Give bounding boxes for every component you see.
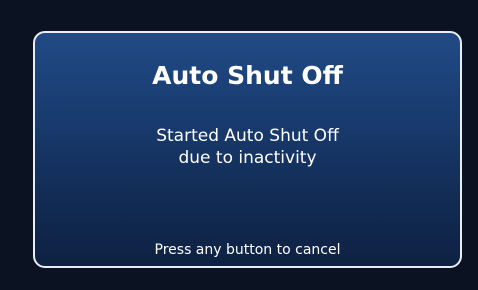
- auto-shut-off-dialog: Auto Shut Off Started Auto Shut Off due …: [33, 31, 462, 268]
- dialog-message-line-1: Started Auto Shut Off: [156, 126, 339, 146]
- dialog-title: Auto Shut Off: [152, 61, 343, 90]
- dialog-message: Started Auto Shut Off due to inactivity: [35, 125, 460, 169]
- cancel-hint: Press any button to cancel: [154, 242, 341, 258]
- dialog-message-line-2: due to inactivity: [178, 148, 317, 168]
